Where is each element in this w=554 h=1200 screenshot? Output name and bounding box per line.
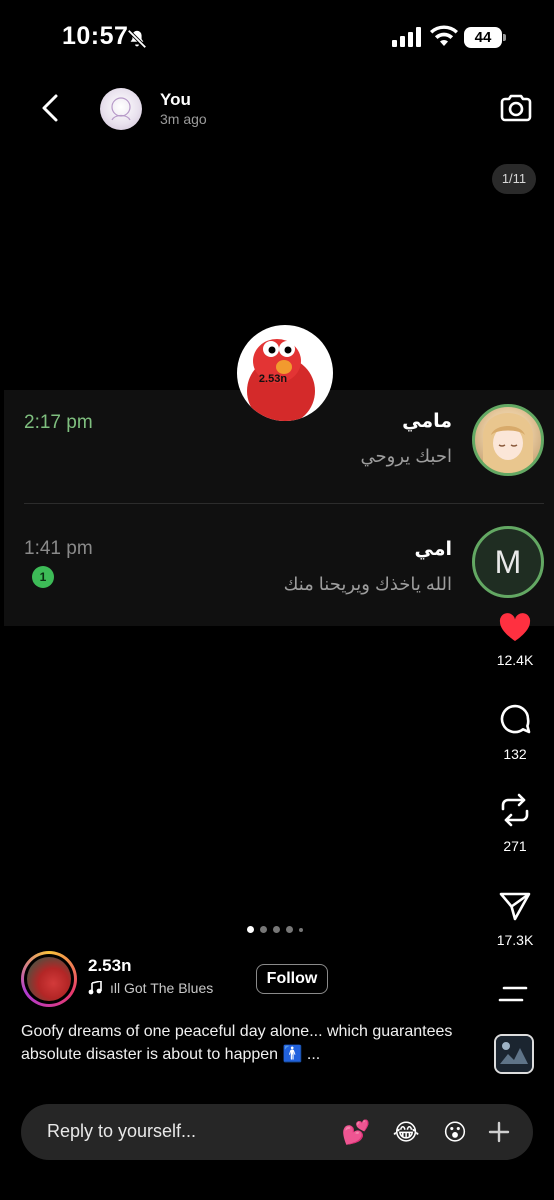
bell-off-icon	[127, 29, 147, 49]
carousel-dot	[273, 926, 280, 933]
status-time: 10:57	[62, 22, 129, 50]
share-button[interactable]: 17.3K	[490, 890, 540, 948]
chat-screenshot: 2:17 pm مامي احبك يروحي 1:41 pm 1 امي ال…	[4, 390, 554, 626]
chat-divider	[24, 503, 544, 504]
sticker-label: 2.53n	[258, 373, 288, 385]
emoji-reaction-button[interactable]: 💕	[341, 1117, 371, 1147]
repost-button[interactable]: 271	[490, 792, 540, 854]
menu-icon[interactable]	[498, 984, 530, 1004]
music-track[interactable]: ıll Got The Blues	[88, 980, 213, 996]
story-viewer: 10:57 44 You 3m ago 1/11 2:17 pm مامي اح…	[0, 0, 554, 1200]
follow-button[interactable]: Follow	[256, 964, 328, 994]
send-icon	[499, 892, 531, 921]
author-username[interactable]: 2.53n	[88, 956, 131, 976]
chat-message: احبك يروحي	[360, 446, 453, 466]
elmo-sticker[interactable]: 2.53n	[237, 325, 333, 421]
share-count: 17.3K	[496, 932, 534, 948]
carousel-dot	[260, 926, 267, 933]
header-avatar[interactable]	[100, 88, 142, 130]
chat-row: 1:41 pm 1 امي الله ياخذك ويريحنا منك M	[4, 508, 554, 616]
battery-icon: 44	[464, 27, 506, 49]
comment-button[interactable]: 132	[490, 702, 540, 762]
status-bar: 10:57 44	[0, 0, 554, 76]
story-counter: 1/11	[492, 164, 536, 194]
emoji-reaction-button[interactable]: 😮	[440, 1117, 470, 1147]
chat-time: 1:41 pm	[24, 538, 93, 559]
post-caption[interactable]: Goofy dreams of one peaceful day alone..…	[21, 1020, 461, 1066]
like-button[interactable]: 12.4K	[490, 612, 540, 668]
avatar-art-icon	[111, 97, 131, 121]
chevron-left-icon	[42, 94, 58, 122]
author-avatar-ring	[24, 954, 74, 1004]
author-avatar-image	[27, 957, 71, 1001]
back-button[interactable]	[34, 88, 66, 128]
header-username[interactable]: You	[160, 90, 191, 110]
signal-icon	[392, 27, 421, 47]
chat-message: الله ياخذك ويريحنا منك	[283, 574, 452, 594]
battery-tip	[503, 34, 506, 41]
chat-contact-name: مامي	[402, 411, 452, 432]
carousel-dots	[247, 926, 303, 933]
repost-count: 271	[503, 838, 527, 854]
music-note-icon	[88, 981, 102, 995]
contact-avatar-letter: M	[472, 526, 544, 598]
music-track-title: ıll Got The Blues	[110, 980, 214, 996]
camera-icon[interactable]	[498, 90, 534, 126]
anime-avatar-icon	[483, 413, 533, 473]
music-album-thumbnail[interactable]	[494, 1034, 534, 1074]
carousel-dot	[299, 927, 303, 932]
heart-icon	[499, 613, 531, 641]
comment-icon	[500, 704, 531, 734]
chat-contact-name: امي	[414, 539, 453, 560]
battery-level: 44	[464, 27, 502, 48]
like-count: 12.4K	[496, 652, 534, 668]
author-avatar[interactable]	[21, 951, 77, 1007]
unread-badge: 1	[32, 566, 54, 588]
comment-count: 132	[503, 746, 527, 762]
album-art-icon	[496, 1036, 532, 1072]
wifi-icon	[430, 25, 458, 46]
repost-icon	[501, 793, 529, 827]
reply-bar: Reply to yourself... 💕 😂 😮	[21, 1104, 533, 1160]
carousel-dot	[286, 926, 293, 933]
chat-time: 2:17 pm	[24, 412, 93, 433]
plus-icon[interactable]	[485, 1118, 513, 1146]
carousel-dot	[247, 926, 254, 933]
reply-input[interactable]: Reply to yourself...	[47, 1121, 196, 1142]
header-timestamp: 3m ago	[160, 111, 207, 127]
contact-avatar	[472, 404, 544, 476]
emoji-reaction-button[interactable]: 😂	[391, 1117, 421, 1147]
